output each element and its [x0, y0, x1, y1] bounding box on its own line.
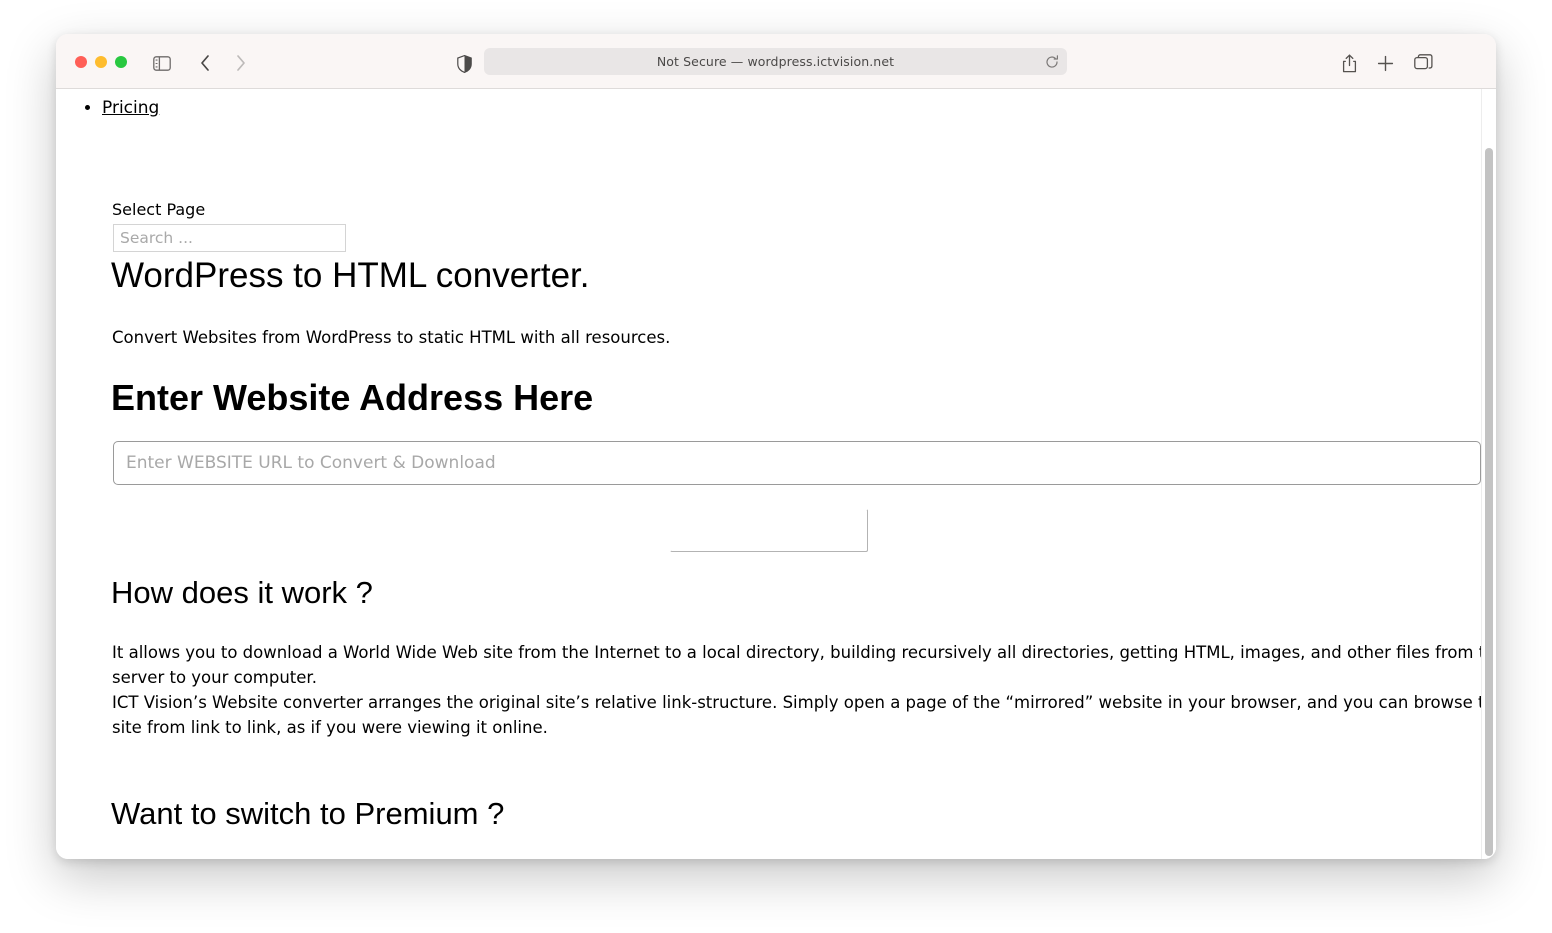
sidebar-toggle-icon[interactable]: [151, 52, 173, 74]
new-tab-button[interactable]: [1373, 52, 1397, 74]
address-heading: Enter Website Address Here: [111, 377, 594, 418]
minimize-window-button[interactable]: [95, 56, 107, 68]
share-icon[interactable]: [1337, 52, 1361, 74]
how-it-works-paragraph: It allows you to download a World Wide W…: [112, 640, 1496, 740]
page-scrollbar-thumb[interactable]: [1485, 148, 1493, 856]
reload-icon[interactable]: [1045, 54, 1059, 68]
close-window-button[interactable]: [75, 56, 87, 68]
how-paragraph-line-1: It allows you to download a World Wide W…: [112, 643, 1496, 687]
convert-submit-button[interactable]: [670, 509, 868, 552]
tab-overview-icon[interactable]: [1411, 52, 1435, 74]
page-scrollbar[interactable]: [1481, 89, 1496, 859]
nav-item-pricing[interactable]: Pricing: [102, 95, 159, 121]
privacy-shield-icon[interactable]: [453, 53, 475, 75]
page-subtitle: Convert Websites from WordPress to stati…: [112, 328, 671, 347]
address-bar-text: Not Secure — wordpress.ictvision.net: [656, 54, 895, 69]
how-it-works-heading: How does it work ?: [111, 575, 373, 610]
nav-link-home[interactable]: Home: [102, 89, 152, 92]
back-chevron-icon[interactable]: [194, 52, 216, 74]
select-page-label: Select Page: [112, 200, 206, 219]
website-url-input[interactable]: [113, 441, 1481, 485]
browser-window: Not Secure — wordpress.ictvision.net • •…: [56, 34, 1496, 859]
premium-heading: Want to switch to Premium ?: [111, 796, 505, 831]
forward-chevron-icon: [230, 52, 252, 74]
browser-toolbar: Not Secure — wordpress.ictvision.net: [56, 34, 1496, 89]
page-title: WordPress to HTML converter.: [111, 256, 590, 295]
site-nav-list: Home Pricing: [56, 89, 159, 121]
nav-link-pricing[interactable]: Pricing: [102, 98, 159, 118]
window-controls: [75, 56, 127, 68]
zoom-window-button[interactable]: [115, 56, 127, 68]
how-paragraph-line-2: ICT Vision’s Website converter arranges …: [112, 693, 1496, 737]
search-input[interactable]: [113, 224, 346, 252]
page-viewport: Home Pricing Select Page WordPress to HT…: [56, 89, 1496, 859]
address-bar[interactable]: Not Secure — wordpress.ictvision.net: [484, 48, 1067, 75]
